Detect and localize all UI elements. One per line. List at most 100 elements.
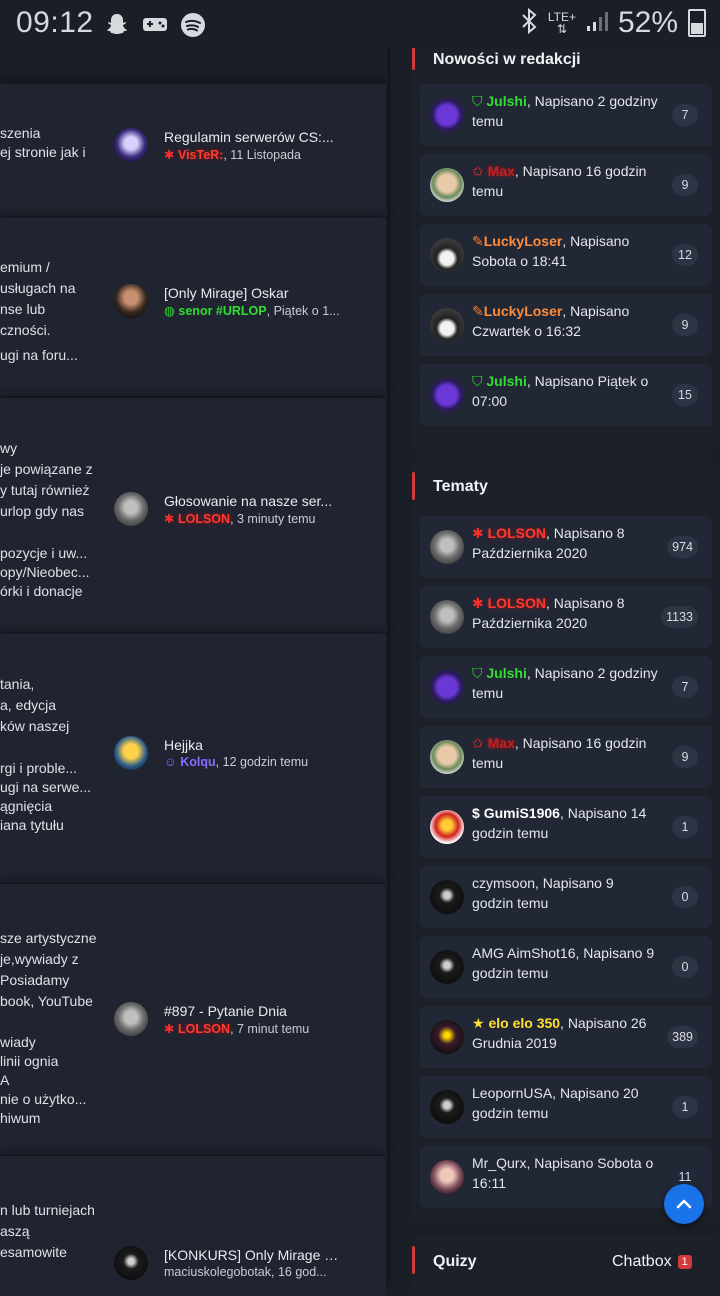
pencil-icon: ✎	[472, 233, 484, 249]
data-arrows-icon: ⇅	[556, 22, 567, 36]
avatar[interactable]	[430, 98, 464, 132]
post-time: , 7 minut temu	[230, 1021, 310, 1036]
forum-row[interactable]: sze artystyczne je,wywiady z Posiadamy book…	[0, 884, 386, 1154]
avatar[interactable]	[430, 308, 464, 342]
avatar[interactable]	[430, 810, 464, 844]
news-item[interactable]: ✩ Max, Napisano 16 godzin temu 9	[420, 154, 712, 216]
forum-row[interactable]: emium / usługach na nse lub czności. ugi na …	[0, 218, 386, 396]
admin-star-icon: ✱	[164, 1021, 175, 1036]
topic-item[interactable]: czymsoon, Napisano 9 godzin temu 0	[420, 866, 712, 928]
topic-item[interactable]: ⛉ Julshi, Napisano 2 godziny temu 7	[420, 656, 712, 718]
author-name[interactable]: senor #URLOP	[178, 304, 266, 318]
avatar[interactable]	[430, 1090, 464, 1124]
author-name[interactable]: LOLSON	[178, 512, 230, 526]
avatar[interactable]	[430, 600, 464, 634]
last-post[interactable]: [KONKURS] Only Mirage -... maciuskolegob…	[114, 1246, 344, 1280]
avatar[interactable]	[430, 1160, 464, 1194]
author-name[interactable]: LeopornUSA	[472, 1085, 552, 1101]
topic-item[interactable]: ✱ LOLSON, Napisano 8 Października 2020 1…	[420, 586, 712, 648]
news-item[interactable]: ⛉ Julshi, Napisano 2 godziny temu 7	[420, 84, 712, 146]
author-name[interactable]: elo elo 350	[488, 1015, 560, 1031]
reply-count: 974	[667, 536, 698, 558]
avatar[interactable]	[430, 950, 464, 984]
avatar[interactable]	[430, 168, 464, 202]
avatar[interactable]	[430, 238, 464, 272]
scroll-to-top-button[interactable]	[664, 1184, 704, 1224]
news-item[interactable]: ✎LuckyLoser, Napisano Sobota o 18:41 12	[420, 224, 712, 286]
dollar-icon: $	[472, 805, 480, 821]
news-item[interactable]: ⛉ Julshi, Napisano Piątek o 07:00 15	[420, 364, 712, 426]
reply-count: 9	[672, 174, 698, 196]
topic-item[interactable]: LeopornUSA, Napisano 20 godzin temu 1	[420, 1076, 712, 1138]
avatar[interactable]	[430, 378, 464, 412]
last-post-title[interactable]: [KONKURS] Only Mirage -...	[164, 1247, 340, 1263]
last-post[interactable]: Regulamin serwerów CS:... ✱ VisTeR:, 11 …	[114, 128, 344, 162]
topic-item[interactable]: ✱ LOLSON, Napisano 8 Października 2020 9…	[420, 516, 712, 578]
shield-icon: ⛉	[472, 665, 483, 681]
post-time: , Piątek o 1...	[266, 303, 340, 318]
avatar[interactable]	[114, 284, 148, 318]
author-name[interactable]: AMG AimShot16	[472, 945, 576, 961]
chatbox-badge: 1	[677, 1255, 692, 1269]
avatar[interactable]	[430, 670, 464, 704]
author-name[interactable]: LuckyLoser	[484, 303, 563, 319]
reply-count: 389	[667, 1026, 698, 1048]
author-name[interactable]: Kolqu	[180, 755, 215, 769]
avatar[interactable]	[114, 1002, 148, 1036]
last-post[interactable]: Głosowanie na nasze ser... ✱ LOLSON, 3 m…	[114, 492, 344, 526]
shield-icon: ⛉	[472, 373, 483, 389]
avatar[interactable]	[430, 740, 464, 774]
forum-description: tania, a, edycja ków naszej rgi i proble...…	[0, 676, 92, 833]
avatar[interactable]	[114, 736, 148, 770]
reply-count: 0	[672, 886, 698, 908]
avatar[interactable]	[114, 492, 148, 526]
reply-count: 1133	[661, 606, 698, 628]
avatar[interactable]	[430, 530, 464, 564]
last-post-title[interactable]: [Only Mirage] Oskar	[164, 285, 340, 301]
author-name[interactable]: Julshi	[486, 373, 526, 389]
author-name[interactable]: GumiS1906	[484, 805, 560, 821]
last-post[interactable]: #897 - Pytanie Dnia ✱ LOLSON, 7 minut te…	[114, 1002, 344, 1036]
admin-star-icon: ✱	[164, 147, 175, 162]
chatbox-button[interactable]: Chatbox 1	[612, 1253, 692, 1271]
spotify-icon	[180, 12, 206, 37]
avatar[interactable]	[114, 1246, 148, 1280]
panel-title: Tematy	[433, 478, 488, 495]
author-name[interactable]: Mr_Qurx	[472, 1155, 526, 1171]
last-post[interactable]: Hejjka ☺ Kolqu, 12 godzin temu	[114, 736, 344, 770]
author-name[interactable]: Max	[488, 163, 515, 179]
forum-row[interactable]: tania, a, edycja ków naszej rgi i proble...…	[0, 634, 386, 882]
last-post-title[interactable]: Głosowanie na nasze ser...	[164, 493, 340, 509]
author-name[interactable]: Julshi	[486, 93, 526, 109]
author-name[interactable]: czymsoon	[472, 875, 535, 891]
last-post[interactable]: [Only Mirage] Oskar ◍ senor #URLOP, Piąt…	[114, 284, 344, 318]
topic-item[interactable]: AMG AimShot16, Napisano 9 godzin temu 0	[420, 936, 712, 998]
last-post-title[interactable]: Regulamin serwerów CS:...	[164, 129, 340, 145]
forum-row[interactable]: wy je powiązane zy tutaj również urlop gdy…	[0, 398, 386, 632]
news-panel: Nowości w redakcji ⛉ Julshi, Napisano 2 …	[412, 38, 720, 450]
chatbox-label[interactable]: Chatbox	[612, 1253, 672, 1271]
author-name[interactable]: Julshi	[486, 665, 526, 681]
author-name[interactable]: LOLSON	[488, 595, 546, 611]
avatar[interactable]	[430, 880, 464, 914]
topic-item[interactable]: $ GumiS1906, Napisano 14 godzin temu 1	[420, 796, 712, 858]
column-divider	[388, 48, 390, 1280]
news-item[interactable]: ✎LuckyLoser, Napisano Czwartek o 16:32 9	[420, 294, 712, 356]
avatar[interactable]	[430, 1020, 464, 1054]
author-name[interactable]: LOLSON	[178, 1022, 230, 1036]
pencil-icon: ✎	[472, 303, 484, 319]
author-name[interactable]: LOLSON	[488, 525, 546, 541]
forum-row[interactable]: n lub turniejach aszą esamowite [KONKURS] …	[0, 1156, 386, 1296]
author-name[interactable]: LuckyLoser	[484, 233, 563, 249]
star-icon: ★	[472, 1015, 485, 1031]
author-name[interactable]: Max	[488, 735, 515, 751]
topic-item[interactable]: ✩ Max, Napisano 16 godzin temu 9	[420, 726, 712, 788]
forum-row[interactable]: szenia ej stronie jak i Regulamin serweró…	[0, 84, 386, 216]
avatar[interactable]	[114, 128, 148, 162]
author-name[interactable]: VisTeR:	[178, 148, 223, 162]
topic-item[interactable]: ★ elo elo 350, Napisano 26 Grudnia 2019 …	[420, 1006, 712, 1068]
last-post-title[interactable]: Hejjka	[164, 737, 340, 753]
last-post-title[interactable]: #897 - Pytanie Dnia	[164, 1003, 340, 1019]
smiley-icon: ☺	[164, 755, 177, 769]
signal-icon	[586, 10, 608, 37]
